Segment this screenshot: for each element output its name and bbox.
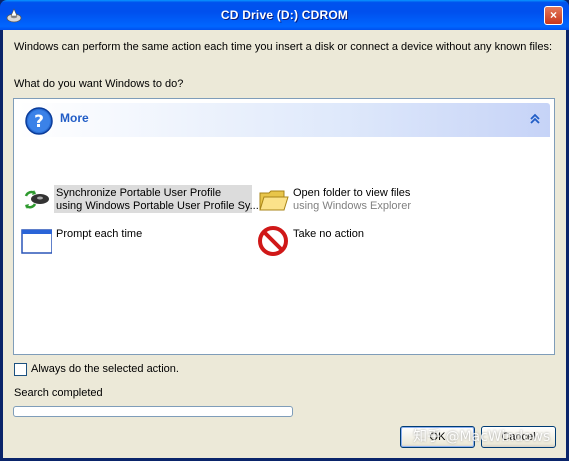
action-sync-profile[interactable]: Synchronize Portable User Profile using … <box>18 184 259 216</box>
search-progress-bar <box>13 406 293 417</box>
folder-icon <box>259 190 289 211</box>
title-bar[interactable]: CD Drive (D:) CDROM × <box>0 0 569 30</box>
close-button[interactable]: × <box>544 6 563 25</box>
action-list[interactable]: ? More Synchronize Portable User Profile… <box>13 98 555 355</box>
no-action-icon <box>258 226 288 256</box>
watermark: 知乎 @MacWindows <box>413 429 551 445</box>
action-take-no-action[interactable]: Take no action <box>255 225 455 257</box>
intro-text: Windows can perform the same action each… <box>14 41 553 53</box>
window-icon <box>21 229 52 254</box>
action-subtitle: using Windows Portable User Profile Sy..… <box>56 200 259 212</box>
collapse-up-icon[interactable] <box>528 112 542 126</box>
action-title: Take no action <box>293 228 364 240</box>
svg-text:?: ? <box>34 112 44 132</box>
always-do-label: Always do the selected action. <box>31 363 179 375</box>
action-title: Open folder to view files <box>293 187 411 199</box>
action-subtitle: using Windows Explorer <box>293 200 411 212</box>
dialog-window: CD Drive (D:) CDROM × Windows can perfor… <box>0 0 569 461</box>
dialog-body: Windows can perform the same action each… <box>3 30 566 458</box>
section-header-more[interactable]: ? More <box>18 103 550 137</box>
question-icon: ? <box>25 107 53 135</box>
action-title: Prompt each time <box>56 228 143 240</box>
status-text: Search completed <box>14 387 103 399</box>
question-label: What do you want Windows to do? <box>14 78 184 90</box>
action-open-folder[interactable]: Open folder to view files using Windows … <box>255 184 455 216</box>
sync-profile-icon <box>24 190 49 209</box>
action-prompt-each-time[interactable]: Prompt each time <box>18 225 218 257</box>
action-title: Synchronize Portable User Profile <box>56 187 222 199</box>
section-title: More <box>60 111 89 125</box>
window-title: CD Drive (D:) CDROM <box>220 8 349 22</box>
always-do-checkbox[interactable] <box>14 363 27 376</box>
